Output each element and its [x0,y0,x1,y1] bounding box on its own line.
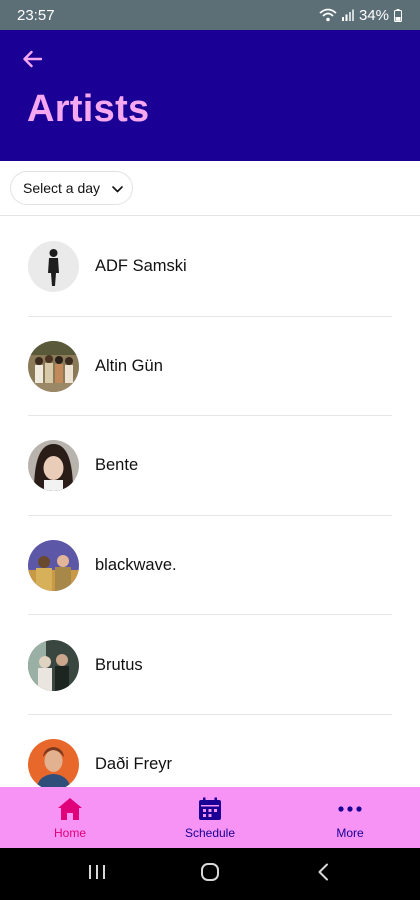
artist-list-item[interactable]: Altin Gün [0,317,420,417]
system-navigation-bar [0,848,420,900]
artist-avatar [28,440,79,492]
nav-schedule-label: Schedule [184,826,236,840]
artist-avatar [28,540,79,592]
artist-avatar [28,639,79,691]
page-title: Artists [27,88,150,130]
arrow-left-icon [22,50,43,73]
recent-apps-icon [88,864,106,885]
artist-name: Bente [95,456,139,475]
artist-avatar [28,241,79,293]
day-select-label: Select a day [23,180,101,196]
artist-list-item[interactable]: ADF Samski [0,217,420,317]
artist-name: Brutus [95,655,143,674]
artist-avatar [28,340,79,392]
home-system-button[interactable] [190,854,230,894]
nav-schedule[interactable]: Schedule [140,787,280,848]
day-select-dropdown[interactable]: Select a day [10,171,133,205]
artist-name: Daði Freyr [95,755,173,774]
chevron-down-icon [112,180,123,196]
recent-apps-button[interactable] [77,854,117,894]
artist-name: blackwave. [95,556,177,575]
home-icon [57,796,83,822]
signal-icon [341,9,354,21]
artist-list-item[interactable]: blackwave. [0,516,420,616]
app-header: Artists [0,30,420,161]
nav-more-label: More [336,826,364,840]
wifi-icon [319,8,337,22]
filter-bar: Select a day [0,161,420,216]
calendar-icon [198,796,222,822]
status-icons: 34% [319,7,402,24]
bottom-navigation: Home Schedule More [0,787,420,848]
status-time: 23:57 [17,6,55,24]
nav-more[interactable]: More [280,787,420,848]
nav-home[interactable]: Home [0,787,140,848]
artist-list-item[interactable]: Bente [0,416,420,516]
artist-list-item[interactable]: Brutus [0,615,420,715]
artist-list-item[interactable]: Daði Freyr [0,715,420,787]
artist-avatar [28,739,79,787]
battery-icon [394,8,402,22]
back-system-button[interactable] [303,854,343,894]
nav-home-label: Home [53,826,86,840]
home-circle-icon [200,862,220,887]
artist-list[interactable]: ADF Samski Altin Gün Bente blackwave. Br… [0,217,420,787]
back-button[interactable] [18,48,46,74]
artist-name: ADF Samski [95,257,187,276]
chevron-left-icon [317,863,329,886]
more-dots-icon [337,796,363,822]
artist-name: Altin Gün [95,356,163,375]
status-bar: 23:57 34% [0,0,420,30]
battery-percent: 34% [358,6,389,24]
